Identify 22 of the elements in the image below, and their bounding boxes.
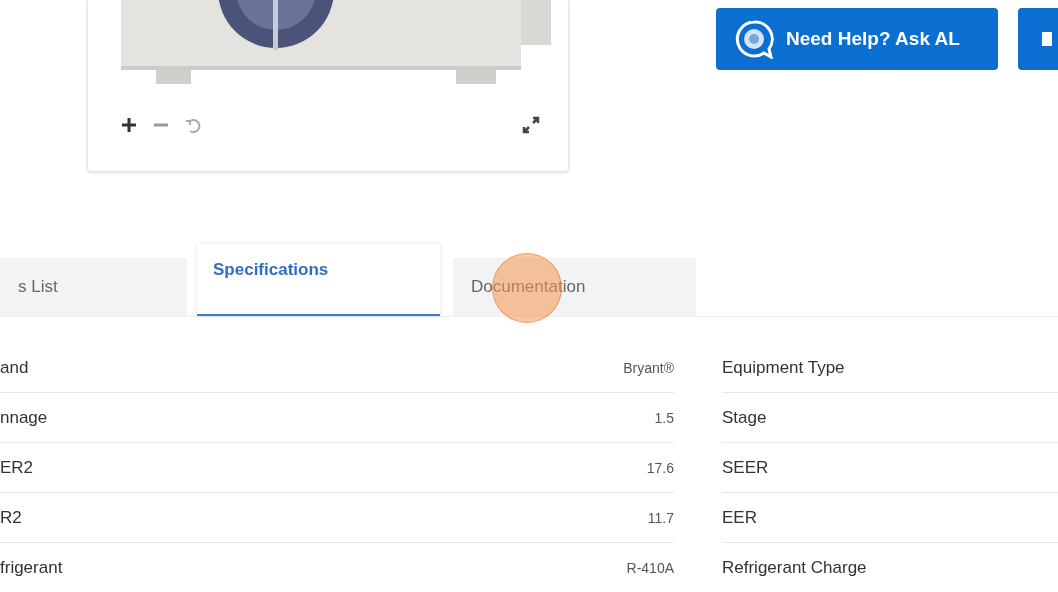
spec-label: and — [0, 357, 29, 378]
tab[interactable]: Specifications — [197, 244, 440, 316]
spec-value: Bryant® — [623, 359, 674, 376]
spec-value: 11.7 — [647, 509, 674, 526]
expand-icon[interactable] — [522, 116, 540, 134]
spec-label: Refrigerant Charge — [722, 557, 867, 578]
spec-label: SEER — [722, 457, 769, 478]
spec-value: 1.5 — [654, 409, 674, 426]
spec-value: R-410A — [626, 559, 674, 576]
spec-label: Equipment Type — [722, 357, 845, 378]
spec-label: EER — [722, 507, 757, 528]
spec-label: frigerant — [0, 557, 63, 578]
spec-value: 17.6 — [646, 459, 674, 476]
spec-label: R2 — [0, 507, 22, 528]
action-button[interactable] — [1018, 8, 1058, 70]
zoom-in-icon[interactable] — [120, 116, 138, 134]
ask-help-button[interactable]: Need Help? Ask AL — [716, 8, 998, 70]
spec-label: Stage — [722, 407, 767, 428]
spec-label: nnage — [0, 407, 48, 428]
tab[interactable]: s List — [0, 258, 187, 316]
chat-bubble-icon — [734, 19, 774, 59]
spec-label: ER2 — [0, 457, 34, 478]
